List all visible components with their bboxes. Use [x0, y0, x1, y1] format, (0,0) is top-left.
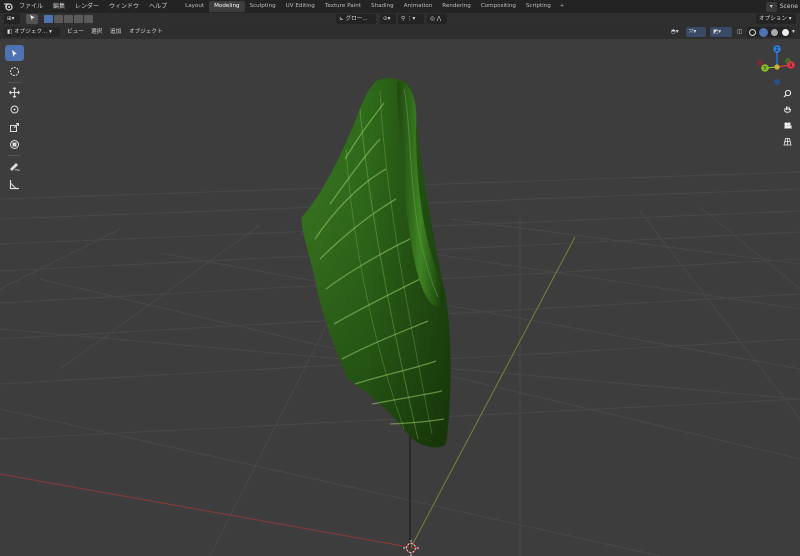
- tab-compositing[interactable]: Compositing: [476, 1, 521, 12]
- top-bar: ファイル 編集 レンダー ウィンドウ ヘルプ Layout Modeling S…: [0, 0, 800, 13]
- move-icon: [9, 86, 20, 98]
- viewport-scene[interactable]: [0, 39, 800, 556]
- tool-cursor[interactable]: [5, 63, 24, 79]
- toolbar-divider: [8, 82, 21, 83]
- tool-transform[interactable]: [5, 136, 24, 152]
- gizmo-center: [774, 64, 780, 70]
- gizmo-toggle-icon[interactable]: ⤧▾: [686, 27, 706, 37]
- select-mode-invert-icon[interactable]: [74, 15, 83, 23]
- main-menu: ファイル 編集 レンダー ウィンドウ ヘルプ: [14, 0, 172, 13]
- wireframe-shading-icon[interactable]: [749, 28, 756, 36]
- tool-select-icon[interactable]: [26, 14, 38, 24]
- zoom-icon: [783, 89, 791, 97]
- 3d-viewport[interactable]: Z X Y: [0, 39, 800, 556]
- menu-view[interactable]: ビュー: [67, 26, 84, 39]
- perspective-toggle-button[interactable]: [780, 134, 794, 148]
- transform-orientation-dropdown[interactable]: ⊾ グロー...: [336, 14, 376, 24]
- select-mode-subtract-icon[interactable]: [64, 15, 73, 23]
- camera-icon: [783, 121, 791, 129]
- orientation-label: グロー...: [345, 16, 368, 22]
- snap-toggle[interactable]: ⚲ ⋮▾: [398, 14, 424, 24]
- grid-icon: [782, 137, 792, 145]
- scene-icon[interactable]: ▾: [765, 1, 777, 12]
- tool-select-box[interactable]: [5, 45, 24, 61]
- interaction-mode-dropdown[interactable]: ◧ オブジェク... ▾: [4, 27, 60, 37]
- tab-shading[interactable]: Shading: [366, 1, 399, 12]
- editor-type-button[interactable]: ⊞▾: [4, 14, 20, 24]
- tool-annotate[interactable]: [5, 158, 24, 174]
- rendered-shading-icon[interactable]: [782, 28, 789, 36]
- gizmo-x-label: X: [789, 63, 793, 69]
- zoom-button[interactable]: [780, 86, 794, 100]
- tool-scale[interactable]: [5, 119, 24, 135]
- orientation-icon: ⊾: [339, 16, 344, 22]
- shading-mode-group: [747, 27, 791, 37]
- menu-object[interactable]: オブジェクト: [129, 26, 163, 39]
- tab-rendering[interactable]: Rendering: [437, 1, 476, 12]
- leaf-mesh: [301, 78, 451, 448]
- transform-icon: [10, 139, 19, 149]
- tab-scripting[interactable]: Scripting: [521, 1, 556, 12]
- tool-move[interactable]: [5, 84, 24, 100]
- menu-add[interactable]: 追加: [110, 26, 121, 39]
- shading-options-chevron-icon[interactable]: ▾: [792, 27, 800, 37]
- menu-select[interactable]: 選択: [91, 26, 102, 39]
- tab-texture-paint[interactable]: Texture Paint: [320, 1, 366, 12]
- cursor-icon: [10, 66, 19, 76]
- menu-help[interactable]: ヘルプ: [144, 0, 172, 13]
- view-object-types-icon[interactable]: ◓▾: [668, 27, 684, 37]
- menu-window[interactable]: ウィンドウ: [104, 0, 144, 13]
- gizmo-neg-z: [774, 79, 780, 85]
- menu-file[interactable]: ファイル: [14, 0, 48, 13]
- object-mode-icon: ◧: [7, 29, 13, 35]
- gizmo-neg-x: [757, 60, 763, 66]
- select-mode-intersect-icon[interactable]: [84, 15, 93, 23]
- menu-render[interactable]: レンダー: [70, 0, 104, 13]
- xray-toggle-icon[interactable]: ◫: [734, 27, 744, 37]
- solid-shading-icon[interactable]: [760, 28, 767, 36]
- scale-icon: [10, 122, 19, 132]
- select-box-icon: [12, 49, 17, 57]
- tab-modeling[interactable]: Modeling: [209, 1, 245, 12]
- tab-animation[interactable]: Animation: [399, 1, 438, 12]
- overlays-toggle-icon[interactable]: ◩▾: [710, 27, 732, 37]
- tool-header: ⊞▾ ⊾ グロー... ⊙▾ ⚲ ⋮▾ ◎ ⋀ オプション ▾: [0, 13, 800, 26]
- select-mode-new-icon[interactable]: [44, 15, 53, 23]
- tab-layout[interactable]: Layout: [180, 1, 209, 12]
- tab-sculpting[interactable]: Sculpting: [245, 1, 281, 12]
- tool-rotate[interactable]: [5, 101, 24, 117]
- material-shading-icon[interactable]: [771, 28, 778, 36]
- tool-measure[interactable]: [5, 176, 24, 192]
- tab-uv-editing[interactable]: UV Editing: [281, 1, 320, 12]
- add-workspace-button[interactable]: +: [556, 1, 569, 12]
- gizmo-z-label: Z: [775, 47, 779, 53]
- scene-name: Scene: [779, 3, 798, 10]
- interaction-mode-label: オブジェク...: [14, 29, 48, 35]
- scene-selector[interactable]: ▾ Scene: [765, 0, 800, 13]
- camera-view-button[interactable]: [780, 118, 794, 132]
- hand-icon: [783, 106, 791, 113]
- options-label: オプション: [759, 16, 787, 22]
- select-mode-extend-icon[interactable]: [54, 15, 63, 23]
- workspace-tabs: Layout Modeling Sculpting UV Editing Tex…: [180, 0, 568, 13]
- options-dropdown[interactable]: オプション ▾: [756, 14, 796, 24]
- annotate-icon: [10, 162, 20, 171]
- pan-button[interactable]: [780, 102, 794, 116]
- toolbar-divider: [8, 155, 21, 156]
- blender-logo-icon[interactable]: [2, 0, 14, 13]
- proportional-editing-toggle[interactable]: ◎ ⋀: [427, 14, 447, 24]
- menu-edit[interactable]: 編集: [48, 0, 70, 13]
- navigation-gizmo[interactable]: Z X Y: [752, 42, 800, 92]
- pivot-point-dropdown[interactable]: ⊙▾: [380, 14, 396, 24]
- rotate-icon: [10, 105, 19, 113]
- x-axis-line: [0, 473, 421, 550]
- measure-icon: [9, 179, 19, 189]
- viewport-header: ◧ オブジェク... ▾ ビュー 選択 追加 オブジェクト ◓▾ ⤧▾ ◩▾ ◫…: [0, 26, 800, 39]
